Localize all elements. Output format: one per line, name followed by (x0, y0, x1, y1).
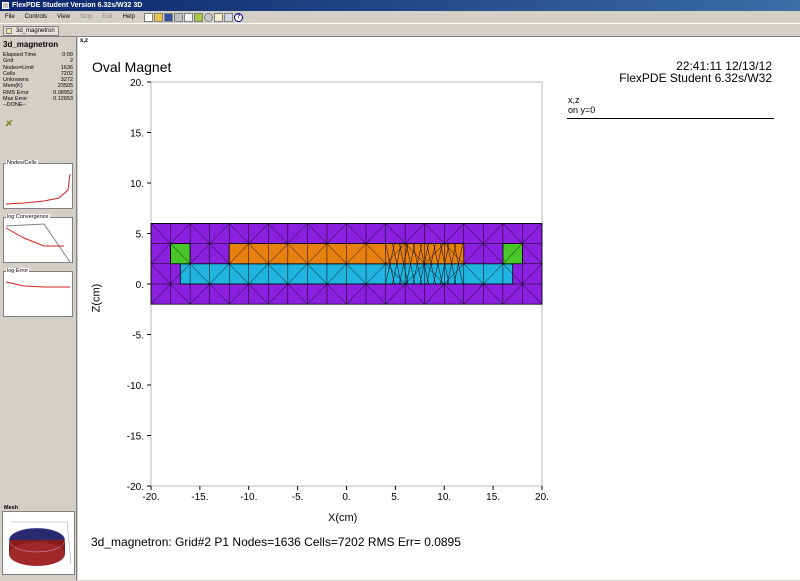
y-axis-label: Z(cm) (90, 283, 103, 313)
y-tick-label: 10. (130, 179, 144, 190)
x-tick-label: -10. (240, 492, 257, 503)
stop-icon[interactable] (203, 12, 213, 22)
window-icon[interactable] (223, 12, 233, 22)
tab-3d-magnetron[interactable]: 3d_magnetron (3, 26, 59, 36)
y-tick-label: -20. (127, 482, 144, 493)
title-bar: FlexPDE Student Version 6.32s/W32 3D (0, 0, 800, 11)
x-axis-label: X(cm) (328, 512, 358, 524)
mesh-lines (150, 223, 543, 305)
status-panel: 3d_magnetron Elapsed Time 0:09 Grid 2 Node… (0, 37, 77, 580)
tab-label: 3d_magnetron (16, 28, 55, 34)
y-tick-label: 15. (130, 129, 144, 140)
y-tick-label: 0. (136, 280, 144, 291)
x-tick-label: 0. (342, 492, 350, 503)
tab-bar: 3d_magnetron (0, 23, 800, 37)
x-tick-label: -5. (292, 492, 304, 503)
menu-help[interactable]: Help (118, 11, 140, 23)
mesh-bottom (9, 542, 65, 566)
save-icon[interactable] (163, 12, 173, 22)
menu-controls[interactable]: Controls (20, 11, 52, 23)
copy-icon[interactable] (183, 12, 193, 22)
y-tick-label: 5. (136, 230, 144, 241)
edit-icon[interactable] (213, 12, 223, 22)
error-plot (5, 281, 70, 288)
problem-name: 3d_magnetron (3, 40, 59, 49)
run-icon[interactable] (4, 118, 14, 128)
window-title: FlexPDE Student Version 6.32s/W32 3D (12, 2, 143, 9)
print-icon[interactable] (173, 12, 183, 22)
nodes-cells-graph: Nodes/Cells (3, 160, 73, 209)
run-icon[interactable] (193, 12, 203, 22)
x-tick-label: -20. (142, 492, 159, 503)
nodes-cells-curve (5, 173, 71, 205)
error-curve (5, 281, 70, 288)
log-convergence-graph: log Convergence (3, 214, 73, 263)
mesh-preview (8, 521, 72, 566)
x-tick-label: 5. (391, 492, 399, 503)
log-error-graph: log Error (3, 268, 73, 317)
app-icon (2, 2, 9, 9)
mesh-plot: -20. -15. -10. -5. 0. 5. 10. 15. 20. 20. 15. 10. 5. 0… (127, 78, 549, 503)
stats-list: Elapsed Time 0:09 Grid 2 Nodes=Limit 1636 C… (3, 52, 73, 109)
x-tick-label: 10. (437, 492, 451, 503)
menu-file[interactable]: File (0, 11, 20, 23)
y-tick-label: 20. (130, 78, 144, 89)
nodes-cells-plot (5, 173, 71, 205)
x-tick-label: -15. (191, 492, 208, 503)
x-tick-label: 20. (535, 492, 549, 503)
y-tick-label: -10. (127, 381, 144, 392)
y-tick-label: -15. (127, 432, 144, 443)
help-icon[interactable]: ? (233, 12, 243, 22)
status-footer: 3d_magnetron: Grid#2 P1 Nodes=1636 Cells… (91, 535, 461, 549)
open-folder-icon[interactable] (153, 12, 163, 22)
convergence-curve-gray (5, 223, 71, 263)
document-icon (6, 28, 12, 34)
x-tick-label: 15. (486, 492, 500, 503)
new-file-icon[interactable] (143, 12, 153, 22)
convergence-plot (5, 223, 71, 263)
done-status: --DONE-- (3, 102, 27, 109)
menu-view[interactable]: View (52, 11, 75, 23)
toolbar: ? (143, 12, 243, 22)
stat-value: 0.12653 (53, 96, 73, 103)
menu-edit[interactable]: Edit (97, 11, 117, 23)
menu-bar: File Controls View Stop Edit Help ? (0, 11, 800, 23)
menu-stop[interactable]: Stop (75, 11, 97, 23)
plot-window: x,z Oval Magnet 22:41:11 12/13/12 FlexPD… (78, 37, 800, 580)
y-tick-label: -5. (132, 331, 144, 342)
mesh-thumbnail[interactable] (2, 511, 75, 575)
convergence-curve-red (5, 227, 64, 247)
